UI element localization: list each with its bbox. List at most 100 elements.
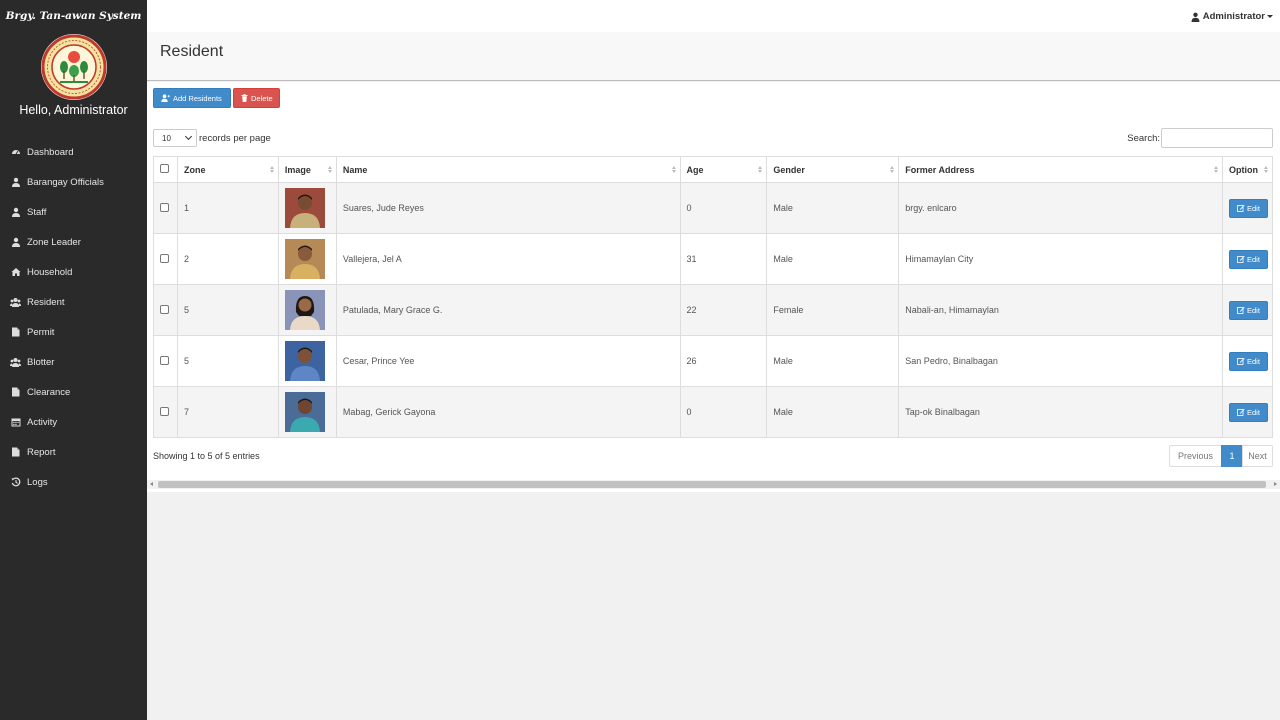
address-cell: brgy. enlcaro <box>898 182 1223 234</box>
scrollbar-thumb[interactable] <box>158 481 1266 488</box>
column-label: Former Address <box>905 164 975 175</box>
sidebar-item-blotter[interactable]: Blotter <box>0 347 147 377</box>
table-header-row: Zone Image Name Age Gender Former Addres… <box>153 156 1274 183</box>
edit-label: Edit <box>1247 305 1260 315</box>
sort-icon <box>890 166 895 173</box>
option-cell: Edit <box>1221 182 1274 234</box>
edit-button[interactable]: Edit <box>1228 402 1268 422</box>
calendar-icon <box>10 417 21 428</box>
gender-cell: Male <box>766 233 900 285</box>
column-header-age[interactable]: Age <box>679 156 768 183</box>
row-checkbox[interactable] <box>160 406 169 416</box>
residents-table: Zone Image Name Age Gender Former Addres… <box>153 156 1274 438</box>
sort-icon <box>1264 166 1268 173</box>
scroll-left-arrow-icon[interactable] <box>150 482 153 486</box>
resident-photo <box>284 341 325 381</box>
edit-button[interactable]: Edit <box>1228 249 1268 269</box>
search-label: Search: <box>1127 132 1160 144</box>
edit-icon <box>1237 204 1245 212</box>
image-cell <box>277 386 337 438</box>
page-length-select[interactable]: 10 <box>153 129 197 147</box>
image-cell <box>277 284 337 336</box>
option-cell: Edit <box>1221 233 1274 285</box>
option-cell: Edit <box>1221 335 1274 387</box>
sidebar-item-zone-leader[interactable]: Zone Leader <box>0 227 147 257</box>
user-menu-dropdown[interactable]: Administrator <box>1191 11 1273 22</box>
scroll-right-arrow-icon[interactable] <box>1274 482 1277 486</box>
edit-label: Edit <box>1247 407 1260 417</box>
search-input[interactable] <box>1161 128 1273 148</box>
delete-button[interactable]: Delete <box>233 88 280 108</box>
delete-label: Delete <box>251 93 273 103</box>
file-icon <box>10 447 21 458</box>
table-row: 7 Mabag, Gerick Gayona 0 Male Tap-ok Bin… <box>153 386 1274 438</box>
column-label: Image <box>284 164 311 175</box>
greeting: Hello, Administrator <box>19 103 128 117</box>
sidebar-item-report[interactable]: Report <box>0 437 147 467</box>
address-cell: Himamaylan City <box>898 233 1223 285</box>
zone-cell: 5 <box>176 335 279 387</box>
sidebar-item-label: Household <box>27 266 73 278</box>
edit-button[interactable]: Edit <box>1228 198 1268 218</box>
column-label: Zone <box>183 164 206 175</box>
edit-label: Edit <box>1247 356 1260 366</box>
column-label: Option <box>1228 164 1258 175</box>
edit-button[interactable]: Edit <box>1228 351 1268 371</box>
edit-label: Edit <box>1247 254 1260 264</box>
table-row: 5 Cesar, Prince Yee 26 Male San Pedro, B… <box>153 335 1274 387</box>
sidebar-item-household[interactable]: Household <box>0 257 147 287</box>
row-checkbox[interactable] <box>160 253 169 263</box>
sidebar-item-staff[interactable]: Staff <box>0 197 147 227</box>
name-cell: Vallejera, Jel A <box>335 233 681 285</box>
column-header-name[interactable]: Name <box>335 156 681 183</box>
select-all-header <box>153 156 178 183</box>
add-residents-label: Add Residents <box>173 93 222 103</box>
next-page-button[interactable]: Next <box>1242 445 1273 467</box>
page-length-suffix: records per page <box>199 132 271 144</box>
sidebar-item-activity[interactable]: Activity <box>0 407 147 437</box>
sidebar-item-logs[interactable]: Logs <box>0 467 147 497</box>
brand-title: Brgy. Tan-awan System <box>5 10 142 22</box>
sidebar-item-label: Logs <box>27 476 48 488</box>
zone-cell: 7 <box>176 386 279 438</box>
sort-icon <box>1213 166 1218 173</box>
image-cell <box>277 335 337 387</box>
sort-icon <box>327 166 332 173</box>
sidebar-item-label: Report <box>27 446 56 458</box>
resident-photo <box>284 188 325 228</box>
previous-page-button[interactable]: Previous <box>1169 445 1222 467</box>
sidebar-item-label: Resident <box>27 296 65 308</box>
row-checkbox[interactable] <box>160 202 169 212</box>
name-cell: Cesar, Prince Yee <box>335 335 681 387</box>
column-header-image[interactable]: Image <box>277 156 337 183</box>
row-checkbox[interactable] <box>160 355 169 365</box>
column-label: Age <box>686 164 704 175</box>
resident-photo <box>284 239 325 279</box>
column-header-option[interactable]: Option <box>1221 156 1274 183</box>
page-title: Resident <box>160 43 224 60</box>
user-icon <box>10 177 21 188</box>
row-checkbox[interactable] <box>160 304 169 314</box>
column-header-gender[interactable]: Gender <box>766 156 900 183</box>
column-header-former-address[interactable]: Former Address <box>898 156 1223 183</box>
sidebar-item-resident[interactable]: Resident <box>0 287 147 317</box>
user-icon <box>1191 12 1200 22</box>
horizontal-scrollbar[interactable] <box>147 480 1280 489</box>
sidebar-item-label: Barangay Officials <box>27 176 104 188</box>
zone-cell: 1 <box>176 182 279 234</box>
add-residents-button[interactable]: Add Residents <box>153 88 231 108</box>
select-all-checkbox[interactable] <box>160 164 169 173</box>
sidebar-item-barangay-officials[interactable]: Barangay Officials <box>0 167 147 197</box>
content-panel: Add Residents Delete 10 records per page… <box>147 82 1280 492</box>
top-navbar: Administrator <box>147 0 1280 32</box>
column-header-zone[interactable]: Zone <box>176 156 279 183</box>
sidebar-item-label: Zone Leader <box>27 236 81 248</box>
edit-button[interactable]: Edit <box>1228 300 1268 320</box>
page-1-button[interactable]: 1 <box>1221 445 1243 467</box>
sidebar-item-dashboard[interactable]: Dashboard <box>0 137 147 167</box>
sidebar-item-label: Activity <box>27 416 58 428</box>
age-cell: 22 <box>679 284 768 336</box>
resident-photo <box>284 290 325 330</box>
sidebar-item-permit[interactable]: Permit <box>0 317 147 347</box>
sidebar-item-clearance[interactable]: Clearance <box>0 377 147 407</box>
